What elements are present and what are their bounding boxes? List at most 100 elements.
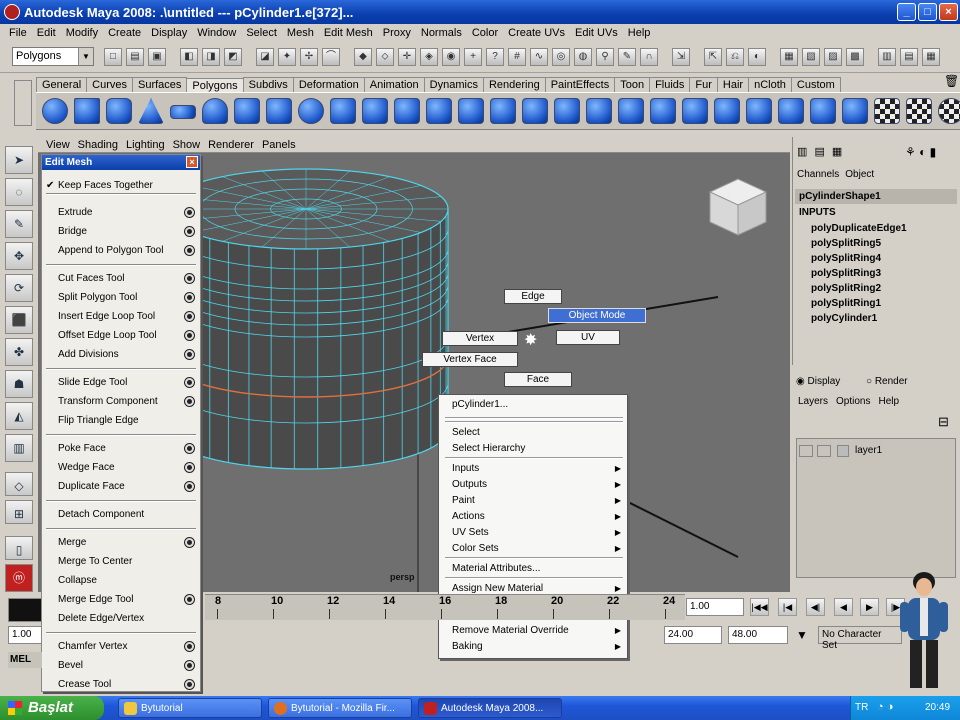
input-node[interactable]: polySplitRing1 — [811, 298, 881, 309]
shelf-options-button[interactable] — [14, 80, 32, 126]
menu-proxy[interactable]: Proxy — [378, 27, 416, 39]
polygon-torus-icon[interactable] — [202, 98, 228, 124]
polygon-cylinder-mesh[interactable] — [163, 168, 449, 470]
marking-menu-object-mode[interactable]: Object Mode — [548, 308, 646, 323]
pick-rendering-icon[interactable]: ◈ — [420, 48, 438, 66]
option-box-icon[interactable] — [185, 350, 194, 359]
render-settings-icon[interactable]: ▨ — [824, 48, 842, 66]
viewport-menu-panels[interactable]: Panels — [258, 139, 300, 151]
option-box-icon[interactable] — [185, 661, 194, 670]
move-tool-icon[interactable]: ✥ — [5, 242, 33, 270]
polygon-sphere-icon[interactable] — [42, 98, 68, 124]
pick-curves-icon[interactable]: ⌒ — [322, 48, 340, 66]
render-view-icon[interactable]: ▦ — [780, 48, 798, 66]
shelf-tab-fluids[interactable]: Fluids — [649, 77, 691, 92]
layer-color-swatch[interactable] — [837, 445, 849, 457]
time-slider[interactable]: 8 10 12 14 16 18 20 22 24 — [205, 594, 685, 620]
extrude-icon[interactable] — [682, 98, 708, 124]
insert-edge-loop-icon[interactable] — [810, 98, 836, 124]
menu-create-uvs[interactable]: Create UVs — [503, 27, 570, 39]
shelf-tab-general[interactable]: General — [36, 77, 88, 92]
split-polygon-icon[interactable] — [778, 98, 804, 124]
rotate-tool-icon[interactable]: ⟳ — [5, 274, 33, 302]
menu-window[interactable]: Window — [192, 27, 241, 39]
option-box-icon[interactable] — [185, 274, 194, 283]
range-start-field[interactable]: 1.00 — [8, 626, 42, 644]
polygon-soccer-ball-icon[interactable] — [362, 98, 388, 124]
minimize-button[interactable]: _ — [897, 3, 916, 21]
paint-select-tool-icon[interactable]: ✎ — [5, 210, 33, 238]
current-time-field[interactable]: 1.00 — [686, 598, 744, 616]
option-box-icon[interactable] — [185, 463, 194, 472]
polygon-prism-icon[interactable] — [234, 98, 260, 124]
channel-box-toolbar[interactable]: ▥ ▤ ▦ — [797, 145, 857, 161]
context-item-baking[interactable]: Baking ▶ — [439, 639, 627, 655]
context-item-color-sets[interactable]: Color Sets ▶ — [439, 541, 627, 557]
snap-grid-icon[interactable]: # — [508, 48, 526, 66]
edit-mesh-item-duplicate-face[interactable]: Duplicate Face — [42, 477, 200, 496]
ipr-render-icon[interactable]: ▧ — [802, 48, 820, 66]
option-box-icon[interactable] — [185, 293, 194, 302]
input-ops-icon[interactable]: ⇲ — [672, 48, 690, 66]
language-indicator[interactable]: TR — [855, 702, 868, 713]
shelf-tab-animation[interactable]: Animation — [363, 77, 425, 92]
step-back-key-icon[interactable]: |◀ — [778, 598, 797, 616]
close-icon[interactable]: × — [186, 156, 198, 168]
select-component-icon[interactable]: ◩ — [224, 48, 242, 66]
viewport-menu-show[interactable]: Show — [169, 139, 205, 151]
polygon-cone-icon[interactable] — [138, 98, 164, 124]
render-radio[interactable]: ○ Render — [866, 376, 908, 387]
planar-mapping-icon[interactable] — [874, 98, 900, 124]
marking-menu-uv[interactable]: UV — [556, 330, 620, 345]
edit-mesh-item-append-to-polygon-tool[interactable]: Append to Polygon Tool — [42, 241, 200, 260]
edit-mesh-item-flip-triangle-edge[interactable]: Flip Triangle Edge — [42, 411, 200, 430]
layer-menu-help[interactable]: Help — [878, 396, 899, 407]
playback-end-field[interactable]: 48.00 — [728, 626, 788, 644]
menu-color[interactable]: Color — [467, 27, 503, 39]
pick-dynamics-icon[interactable]: ✛ — [398, 48, 416, 66]
construction-history-icon[interactable]: ⎌ — [726, 48, 744, 66]
menu-normals[interactable]: Normals — [416, 27, 467, 39]
context-item-material-attributes-[interactable]: Material Attributes... — [439, 561, 627, 577]
mel-label[interactable]: MEL — [8, 652, 42, 668]
shelf-tab-hair[interactable]: Hair — [716, 77, 750, 92]
edit-mesh-item-cut-faces-tool[interactable]: Cut Faces Tool — [42, 269, 200, 288]
edit-mesh-item-detach-component[interactable]: Detach Component — [42, 505, 200, 524]
append-polygon-icon[interactable] — [746, 98, 772, 124]
edit-mesh-item-delete-edge-vertex[interactable]: Delete Edge/Vertex — [42, 609, 200, 628]
marking-menu-vertex[interactable]: Vertex — [442, 331, 518, 346]
option-box-icon[interactable] — [185, 538, 194, 547]
pick-misc-icon[interactable]: ◉ — [442, 48, 460, 66]
option-box-icon[interactable] — [185, 378, 194, 387]
help-query-icon[interactable]: ? — [486, 48, 504, 66]
range-slider-handle[interactable] — [8, 598, 42, 622]
extract-icon[interactable] — [458, 98, 484, 124]
tab-channels[interactable]: Channels — [797, 169, 839, 180]
play-backwards-icon[interactable]: ◀ — [834, 598, 853, 616]
boolean-union-icon[interactable] — [490, 98, 516, 124]
shelf-tab-rendering[interactable]: Rendering — [482, 77, 546, 92]
merge-vertex-icon[interactable] — [842, 98, 868, 124]
option-box-icon[interactable] — [185, 227, 194, 236]
context-item-uv-sets[interactable]: UV Sets ▶ — [439, 525, 627, 541]
pick-joints-icon[interactable]: ✢ — [300, 48, 318, 66]
polygon-pipe-icon[interactable] — [298, 98, 324, 124]
menu-file[interactable]: File — [4, 27, 32, 39]
last-tool-icon[interactable]: ▥ — [5, 434, 33, 462]
add-icon[interactable]: + — [464, 48, 482, 66]
task-firefox[interactable]: Bytutorial - Mozilla Fir... — [268, 698, 412, 718]
task-bytutorial-folder[interactable]: Bytutorial — [118, 698, 262, 718]
option-box-icon[interactable] — [185, 331, 194, 340]
input-node[interactable]: polyDuplicateEdge1 — [811, 223, 907, 234]
maximize-button[interactable]: □ — [918, 3, 937, 21]
viewport-menu-renderer[interactable]: Renderer — [204, 139, 258, 151]
shelf-tab-painteffects[interactable]: PaintEffects — [544, 77, 616, 92]
context-item-select[interactable]: Select — [439, 425, 627, 441]
save-scene-icon[interactable]: ▣ — [148, 48, 166, 66]
menu-mesh[interactable]: Mesh — [282, 27, 319, 39]
menu-edit-mesh[interactable]: Edit Mesh — [319, 27, 378, 39]
input-node[interactable]: polySplitRing5 — [811, 238, 881, 249]
input-node[interactable]: polySplitRing3 — [811, 268, 881, 279]
edit-mesh-item-merge-to-center[interactable]: Merge To Center — [42, 552, 200, 571]
four-pane-layout-icon[interactable]: ⊞ — [5, 500, 33, 524]
